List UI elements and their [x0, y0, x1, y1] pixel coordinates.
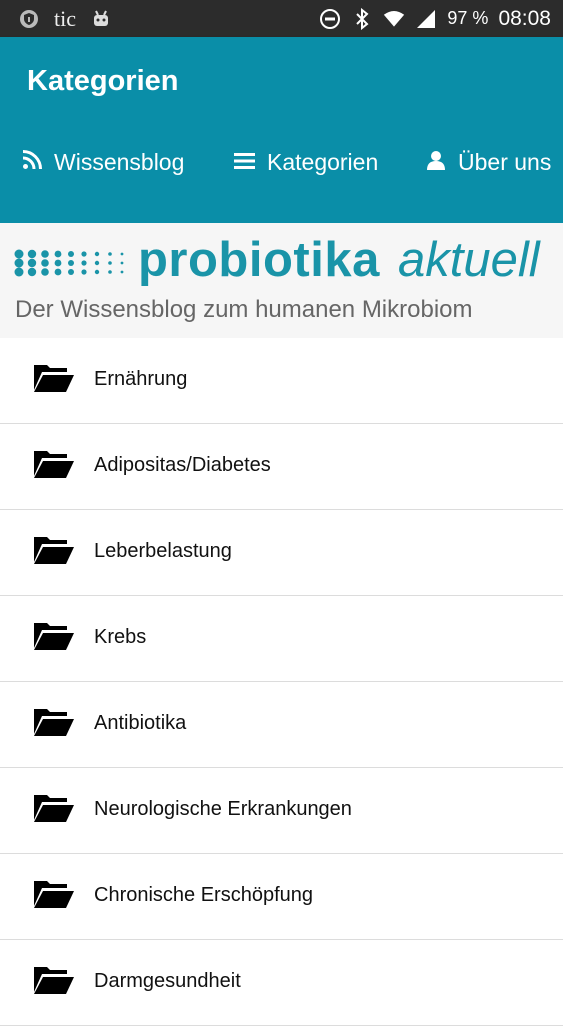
nav-kategorien-label: Kategorien [267, 149, 379, 175]
list-item[interactable]: Adipositas/Diabetes [0, 424, 563, 510]
page-title: Kategorien [27, 65, 179, 97]
dnd-icon [319, 8, 341, 30]
folder-open-icon [33, 964, 75, 996]
list-item[interactable]: Neurologische Erkrankungen [0, 768, 563, 854]
wifi-icon [383, 8, 405, 30]
folder-open-icon [33, 448, 75, 480]
list-item[interactable]: Darmgesundheit [0, 940, 563, 1026]
nav-ueber-uns-label: Über uns [458, 149, 552, 175]
list-item-label: Chronische Erschöpfung [94, 884, 314, 906]
rss-icon [22, 149, 42, 176]
signal-icon [415, 8, 437, 30]
list-item-label: Darmgesundheit [94, 970, 241, 992]
list-item-label: Leberbelastung [94, 540, 232, 562]
clock: 08:08 [498, 6, 551, 30]
folder-open-icon [33, 362, 75, 394]
list-item[interactable]: Chronische Erschöpfung [0, 854, 563, 940]
user-icon [426, 149, 446, 176]
list-item[interactable]: Krebs [0, 596, 563, 682]
logo-sub-text: aktuell [398, 233, 540, 287]
category-list: Ernährung Adipositas/Diabetes Leberbelas… [0, 338, 563, 1026]
shield-icon [18, 8, 40, 30]
nav-wissensblog[interactable]: Wissensblog [22, 149, 184, 176]
list-item[interactable]: Leberbelastung [0, 510, 563, 596]
folder-open-icon [33, 706, 75, 738]
app-bar: Kategorien Wissensblog Kategorien Über u… [0, 37, 563, 223]
list-item-label: Antibiotika [94, 712, 187, 734]
nav-kategorien[interactable]: Kategorien [234, 149, 378, 176]
folder-open-icon [33, 620, 75, 652]
bluetooth-icon [351, 7, 373, 30]
nav-ueber-uns[interactable]: Über uns [426, 149, 551, 176]
folder-open-icon [33, 878, 75, 910]
logo-main-text: probiotika [138, 233, 380, 287]
list-item-label: Krebs [94, 626, 147, 648]
menu-icon [234, 149, 255, 176]
list-item-label: Neurologische Erkrankungen [94, 798, 352, 820]
status-bar: tic 97 % 08:08 [0, 0, 563, 37]
tagline: Der Wissensblog zum humanen Mikrobiom [15, 296, 473, 323]
top-nav: Wissensblog Kategorien Über uns [0, 149, 563, 183]
folder-open-icon [33, 534, 75, 566]
carrier-text: tic [54, 5, 76, 31]
logo-dots-icon [14, 248, 129, 283]
battery-percent: 97 % [447, 8, 489, 28]
folder-open-icon [33, 792, 75, 824]
list-item-label: Adipositas/Diabetes [94, 454, 271, 476]
nav-wissensblog-label: Wissensblog [54, 149, 185, 175]
list-item[interactable]: Antibiotika [0, 682, 563, 768]
list-item[interactable]: Ernährung [0, 338, 563, 424]
list-item-label: Ernährung [94, 368, 188, 390]
android-icon [90, 8, 112, 30]
